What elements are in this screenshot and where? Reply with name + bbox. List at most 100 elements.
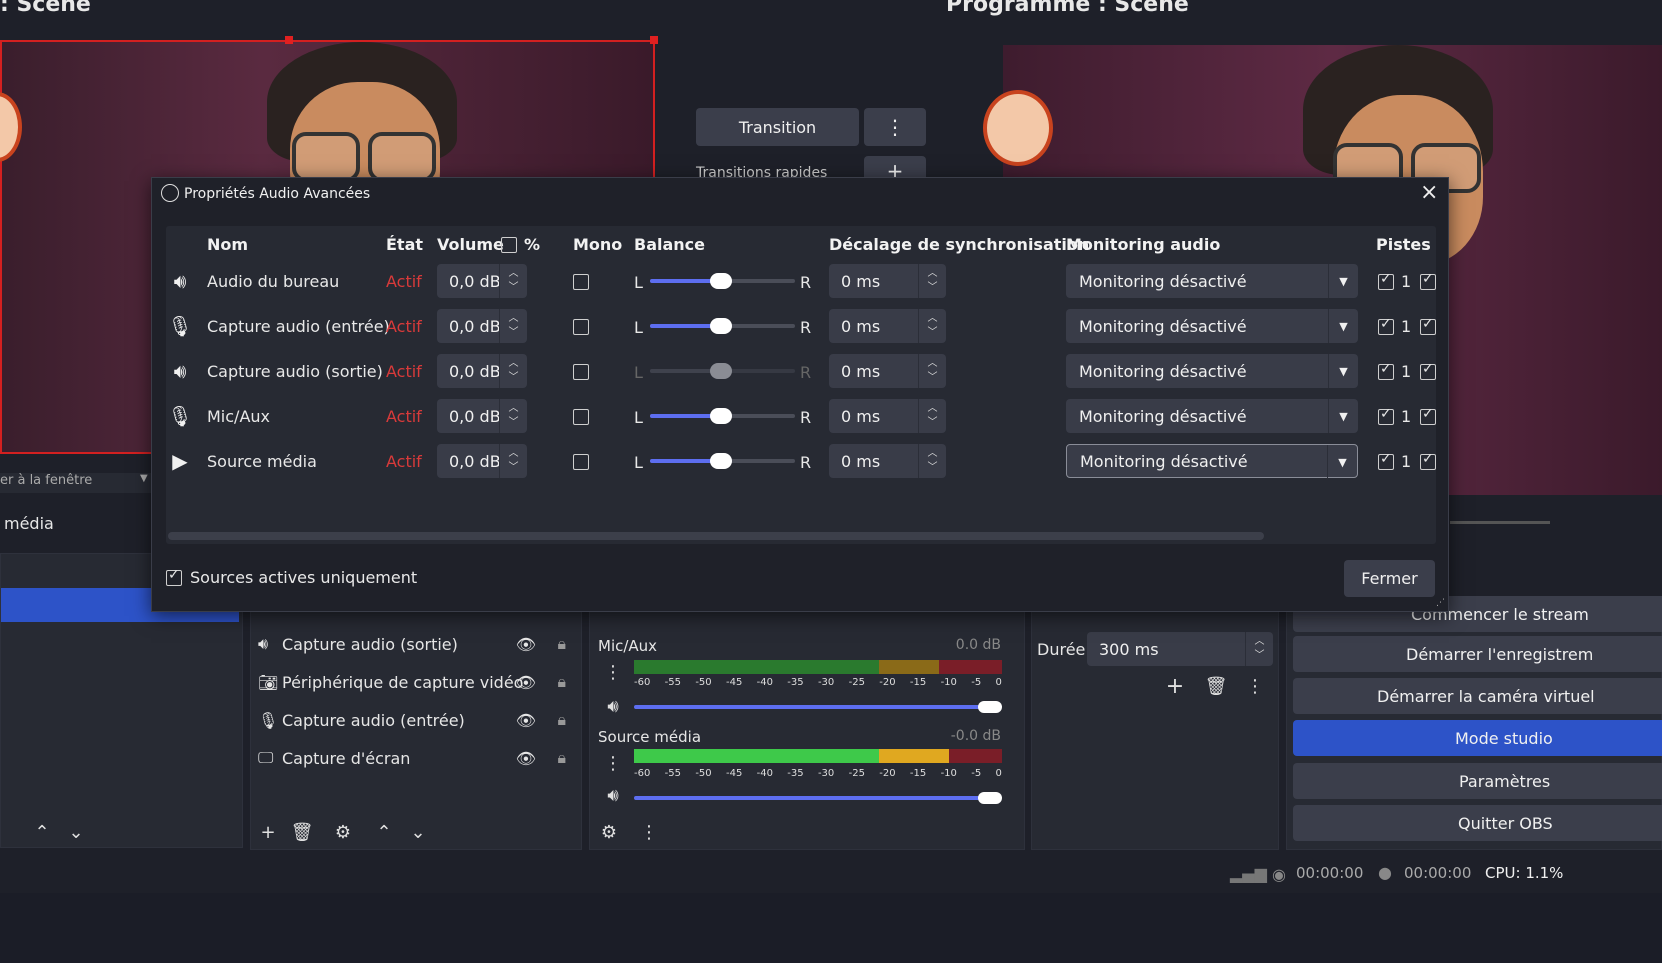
balance-slider[interactable]: [650, 408, 795, 424]
sync-stepper[interactable]: 0 ms ︿ ﹀: [829, 264, 946, 298]
program-slider[interactable]: [1450, 521, 1550, 524]
source-item[interactable]: 📷︎ Périphérique de capture vidéo 👁︎ 🔒︎: [258, 663, 578, 701]
transition-button[interactable]: Transition: [696, 108, 859, 146]
volume-knob[interactable]: [978, 701, 1002, 713]
close-button[interactable]: Fermer: [1344, 560, 1435, 597]
move-up-icon[interactable]: ⌃: [370, 818, 398, 846]
track-checkbox[interactable]: [1420, 316, 1436, 335]
balance-slider[interactable]: [650, 318, 795, 334]
horizontal-scrollbar[interactable]: [168, 532, 1264, 540]
volume-stepper[interactable]: 0,0 dB ︿ ﹀: [437, 354, 527, 388]
settings-button[interactable]: Paramètres: [1293, 763, 1662, 799]
track-checkbox[interactable]: [1420, 361, 1436, 380]
mono-checkbox[interactable]: [573, 274, 589, 290]
monitoring-select[interactable]: Monitoring désactivé ▼: [1066, 399, 1358, 433]
stepper-arrows[interactable]: ︿ ﹀: [499, 309, 527, 343]
lock-icon[interactable]: 🔒︎: [557, 672, 566, 692]
stepper-arrows[interactable]: ︿ ﹀: [499, 399, 527, 433]
resize-handle[interactable]: [285, 36, 293, 44]
stepper-arrows[interactable]: ︿ ﹀: [918, 399, 946, 433]
active-only-label[interactable]: Sources actives uniquement: [190, 568, 417, 587]
chevron-down-icon[interactable]: ▼: [1328, 399, 1358, 433]
stepper-arrows[interactable]: ︿ ﹀: [918, 309, 946, 343]
move-down-icon[interactable]: ⌄: [62, 818, 90, 846]
track-checkbox[interactable]: [1420, 406, 1436, 425]
stepper-arrows[interactable]: ︿ ﹀: [1245, 632, 1273, 666]
stepper-arrows[interactable]: ︿ ﹀: [499, 444, 527, 478]
gear-icon[interactable]: ⚙︎: [595, 818, 623, 846]
eye-icon[interactable]: 👁︎: [516, 673, 536, 692]
lock-icon[interactable]: 🔒︎: [557, 748, 566, 768]
transition-menu-icon[interactable]: ⋮: [1241, 672, 1269, 700]
source-item[interactable]: 🔊︎ Capture audio (sortie) 👁︎ 🔒︎: [258, 625, 578, 663]
resize-grip-icon[interactable]: ⋰: [1436, 598, 1445, 608]
balance-knob[interactable]: [710, 408, 732, 424]
lock-icon[interactable]: 🔒︎: [557, 710, 566, 730]
track-checkbox[interactable]: [1420, 271, 1436, 290]
volume-stepper[interactable]: 0,0 dB ︿ ﹀: [437, 444, 527, 478]
channel-menu-icon[interactable]: ⋮: [599, 658, 627, 686]
balance-slider[interactable]: [650, 273, 795, 289]
mono-checkbox[interactable]: [573, 409, 589, 425]
balance-slider[interactable]: [650, 453, 795, 469]
volume-slider[interactable]: [634, 705, 994, 709]
channel-menu-icon[interactable]: ⋮: [599, 749, 627, 777]
mono-checkbox[interactable]: [573, 454, 589, 470]
add-icon[interactable]: +: [254, 818, 282, 846]
speaker-icon[interactable]: 🔊︎: [599, 692, 627, 720]
balance-knob[interactable]: [710, 273, 732, 289]
volume-slider[interactable]: [634, 796, 994, 800]
sync-stepper[interactable]: 0 ms ︿ ﹀: [829, 444, 946, 478]
add-icon[interactable]: +: [1161, 672, 1189, 700]
balance-knob[interactable]: [710, 453, 732, 469]
chevron-down-icon[interactable]: ▼: [1328, 309, 1358, 343]
speaker-icon[interactable]: 🔊︎: [599, 781, 627, 809]
source-item[interactable]: 🎙︎ Capture audio (entrée) 👁︎ 🔒︎: [258, 701, 578, 739]
mixer-menu-icon[interactable]: ⋮: [635, 818, 663, 846]
track-checkbox[interactable]: [1378, 316, 1394, 335]
stepper-arrows[interactable]: ︿ ﹀: [918, 264, 946, 298]
studio-mode-button[interactable]: Mode studio: [1293, 720, 1662, 756]
eye-icon[interactable]: 👁︎: [516, 635, 536, 654]
track-checkbox[interactable]: [1378, 361, 1394, 380]
eye-icon[interactable]: 👁︎: [516, 749, 536, 768]
source-item[interactable]: 🖵︎ Capture d'écran 👁︎ 🔒︎: [258, 739, 578, 777]
duration-stepper[interactable]: 300 ms ︿ ﹀: [1087, 632, 1273, 666]
mono-checkbox[interactable]: [573, 319, 589, 335]
monitoring-select[interactable]: Monitoring désactivé ▼: [1066, 264, 1358, 298]
chevron-down-icon[interactable]: ▼: [140, 473, 148, 484]
move-down-icon[interactable]: ⌄: [404, 818, 432, 846]
lock-icon[interactable]: 🔒︎: [557, 634, 566, 654]
mono-checkbox[interactable]: [573, 364, 589, 380]
active-only-checkbox[interactable]: [166, 567, 182, 586]
volume-stepper[interactable]: 0,0 dB ︿ ﹀: [437, 399, 527, 433]
chevron-down-icon[interactable]: ▼: [1327, 445, 1357, 479]
balance-knob[interactable]: [710, 318, 732, 334]
monitoring-select[interactable]: Monitoring désactivé ▼: [1066, 354, 1358, 388]
eye-icon[interactable]: 👁︎: [516, 711, 536, 730]
stepper-arrows[interactable]: ︿ ﹀: [499, 354, 527, 388]
track-checkbox[interactable]: [1378, 406, 1394, 425]
transition-menu-button[interactable]: ⋮: [864, 108, 926, 146]
monitoring-select[interactable]: Monitoring désactivé ▼: [1066, 309, 1358, 343]
trash-icon[interactable]: 🗑︎: [1202, 672, 1230, 700]
resize-handle[interactable]: [650, 36, 658, 44]
track-checkbox[interactable]: [1378, 271, 1394, 290]
quit-button[interactable]: Quitter OBS: [1293, 805, 1662, 841]
stepper-arrows[interactable]: ︿ ﹀: [918, 444, 946, 478]
trash-icon[interactable]: 🗑︎: [288, 818, 316, 846]
volume-knob[interactable]: [978, 792, 1002, 804]
track-checkbox[interactable]: [1420, 451, 1436, 470]
close-icon[interactable]: ×: [1420, 180, 1438, 205]
gear-icon[interactable]: ⚙︎: [329, 818, 357, 846]
volume-stepper[interactable]: 0,0 dB ︿ ﹀: [437, 264, 527, 298]
volume-stepper[interactable]: 0,0 dB ︿ ﹀: [437, 309, 527, 343]
stepper-arrows[interactable]: ︿ ﹀: [918, 354, 946, 388]
chevron-down-icon[interactable]: ▼: [1328, 354, 1358, 388]
sync-stepper[interactable]: 0 ms ︿ ﹀: [829, 309, 946, 343]
chevron-down-icon[interactable]: ▼: [1328, 264, 1358, 298]
start-virtualcam-button[interactable]: Démarrer la caméra virtuel: [1293, 678, 1662, 714]
percent-checkbox[interactable]: [501, 237, 517, 253]
start-recording-button[interactable]: Démarrer l'enregistrem: [1293, 636, 1662, 672]
monitoring-select[interactable]: Monitoring désactivé ▼: [1066, 444, 1358, 479]
